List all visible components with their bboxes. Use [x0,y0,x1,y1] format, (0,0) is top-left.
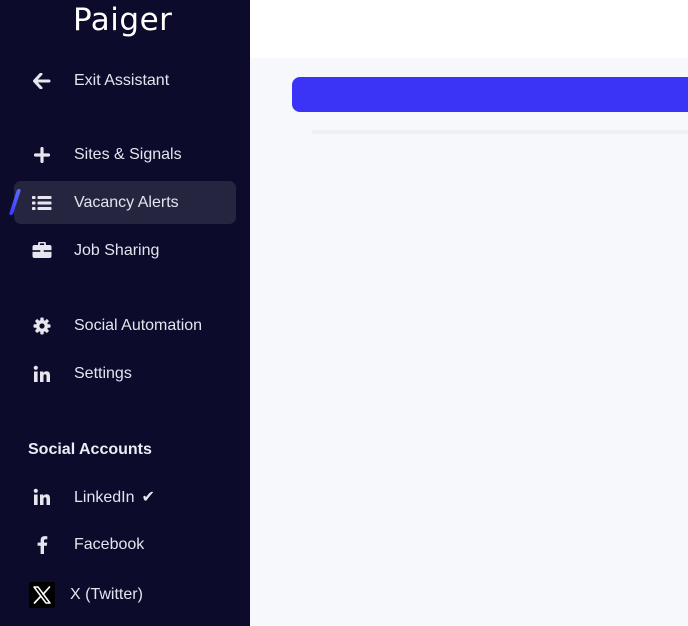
social-account-label: LinkedIn ✔ [74,487,155,507]
sidebar-item-job-sharing[interactable]: Job Sharing [14,229,236,272]
linkedin-icon [31,363,53,385]
sidebar-item-label: Vacancy Alerts [74,193,179,211]
main-content [250,58,688,626]
exit-assistant-label: Exit Assistant [74,71,170,89]
facebook-icon [31,534,53,556]
sidebar-item-label: Social Automation [74,316,203,334]
content-divider [312,130,688,133]
sidebar: Paiger Exit Assistant Sites & Signals Va… [0,0,250,626]
connected-check-icon: ✔ [141,488,155,506]
sidebar-item-settings[interactable]: Settings [14,352,236,395]
primary-action-bar[interactable] [292,77,688,112]
x-icon [29,581,55,608]
sidebar-item-label: Settings [74,364,132,382]
brand-logo[interactable]: Paiger [73,2,172,38]
sidebar-item-vacancy-alerts[interactable]: Vacancy Alerts [8,181,236,224]
sidebar-item-label: Job Sharing [74,241,160,259]
exit-assistant-button[interactable]: Exit Assistant [14,59,236,102]
arrow-left-icon [31,70,53,92]
list-icon [31,192,53,214]
gear-icon [31,315,53,337]
sidebar-item-sites-signals[interactable]: Sites & Signals [14,133,236,176]
social-account-facebook[interactable]: Facebook [14,523,236,566]
sidebar-item-social-automation[interactable]: Social Automation [14,304,236,347]
social-accounts-heading: Social Accounts [28,441,152,458]
linkedin-label: LinkedIn [74,488,135,506]
social-account-linkedin[interactable]: LinkedIn ✔ [14,475,236,518]
linkedin-icon [31,486,53,508]
plus-icon [31,144,53,166]
active-indicator [8,189,22,215]
social-account-x[interactable]: X (Twitter) [14,573,236,616]
sidebar-item-label: X (Twitter) [70,585,143,603]
briefcase-icon [31,240,53,262]
top-header [250,0,688,58]
sidebar-item-label: Facebook [74,535,145,553]
sidebar-item-label: Sites & Signals [74,145,182,163]
